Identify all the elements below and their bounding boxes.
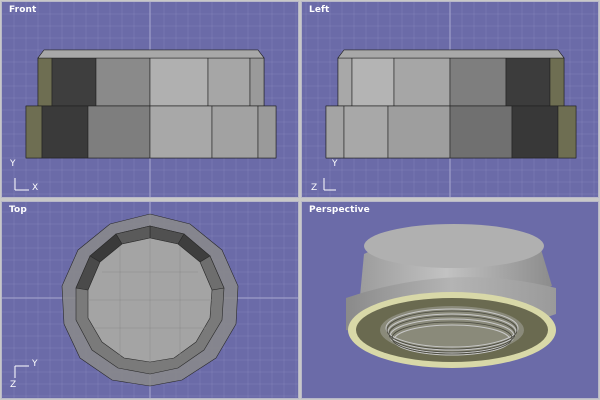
front-axis-gizmo [14, 178, 29, 191]
top-viewport[interactable]: Top Y Z [1, 201, 299, 399]
viewport-label-perspective[interactable]: Perspective [309, 205, 370, 215]
left-axis-z-label: Z [311, 183, 318, 193]
perspective-scene [346, 224, 556, 368]
left-axis-gizmo [323, 178, 336, 191]
left-viewport[interactable]: Left Y Z [301, 1, 599, 198]
front-axis-y-label: Y [10, 159, 16, 169]
top-axis-y-label: Y [32, 359, 38, 369]
front-viewport[interactable]: Front Y X [1, 1, 299, 198]
left-axis-y-label: Y [332, 159, 338, 169]
front-axis-x-label: X [32, 183, 39, 193]
top-axis-z-label: Z [10, 380, 17, 390]
perspective-model [346, 224, 556, 368]
top-axis-gizmo [14, 365, 29, 378]
perspective-viewport[interactable]: Perspective [301, 201, 599, 399]
